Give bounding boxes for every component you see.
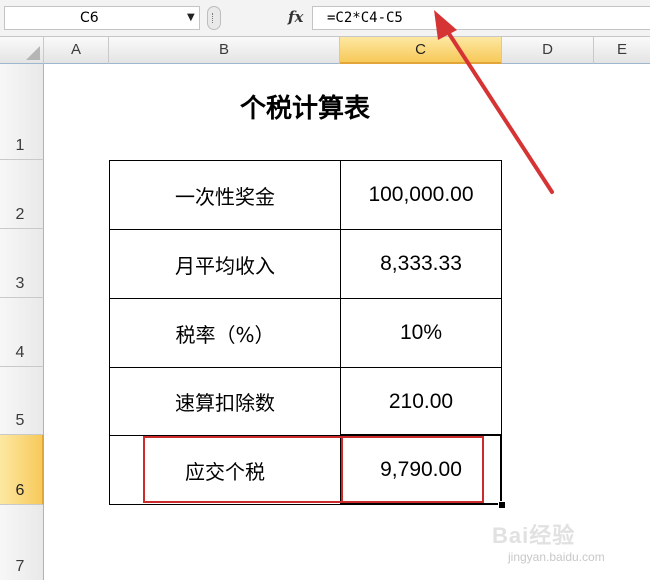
highlight-box-value <box>341 436 484 503</box>
column-header-d[interactable]: D <box>502 37 594 64</box>
sheet-title[interactable]: 个税计算表 <box>110 88 500 125</box>
row-number: 7 <box>15 558 25 575</box>
cell-b3[interactable]: 月平均收入 <box>109 229 341 299</box>
cell-c4[interactable]: 10% <box>340 298 502 368</box>
cell-c3[interactable]: 8,333.33 <box>340 229 502 299</box>
row-number: 1 <box>15 137 25 154</box>
insert-function-icon[interactable]: fx <box>288 8 303 26</box>
fx-panel: fx <box>222 6 306 30</box>
row-header-5[interactable]: 5 <box>0 367 44 435</box>
fill-handle[interactable] <box>498 501 506 509</box>
row-header-3[interactable]: 3 <box>0 229 44 298</box>
row-header-2[interactable]: 2 <box>0 160 44 229</box>
formula-bar: C6 ▼ fx =C2*C4-C5 <box>0 0 650 37</box>
chevron-down-icon[interactable]: ▼ <box>187 12 195 23</box>
name-box-value: C6 <box>80 10 99 26</box>
formula-text: =C2*C4-C5 <box>327 10 403 26</box>
row-number: 5 <box>15 412 25 429</box>
highlight-box-label <box>143 436 343 503</box>
watermark-logo: Bai经验 <box>492 523 576 548</box>
row-header-4[interactable]: 4 <box>0 298 44 367</box>
row-number: 2 <box>15 206 25 223</box>
formula-input[interactable]: =C2*C4-C5 <box>312 6 650 30</box>
name-box[interactable]: C6 ▼ <box>4 6 200 30</box>
column-headers: A B C D E <box>0 37 650 64</box>
row-number: 6 <box>15 482 25 499</box>
row-header-1[interactable]: 1 <box>0 64 44 160</box>
cell-b5[interactable]: 速算扣除数 <box>109 367 341 436</box>
row-header-7[interactable]: 7 <box>0 505 44 580</box>
cell-c2[interactable]: 100,000.00 <box>340 160 502 230</box>
resize-grip-icon[interactable] <box>207 6 221 30</box>
row-number: 4 <box>15 344 25 361</box>
watermark: Bai经验 jingyan.baidu.com <box>488 518 648 578</box>
row-number: 3 <box>15 275 25 292</box>
cell-b2[interactable]: 一次性奖金 <box>109 160 341 230</box>
column-header-c[interactable]: C <box>340 37 502 64</box>
column-header-b[interactable]: B <box>109 37 340 64</box>
row-header-6[interactable]: 6 <box>0 435 44 505</box>
column-header-a[interactable]: A <box>44 37 109 64</box>
column-header-e[interactable]: E <box>594 37 650 64</box>
cell-b4[interactable]: 税率（%） <box>109 298 341 368</box>
cell-c5[interactable]: 210.00 <box>340 367 502 436</box>
watermark-url: jingyan.baidu.com <box>508 550 605 564</box>
